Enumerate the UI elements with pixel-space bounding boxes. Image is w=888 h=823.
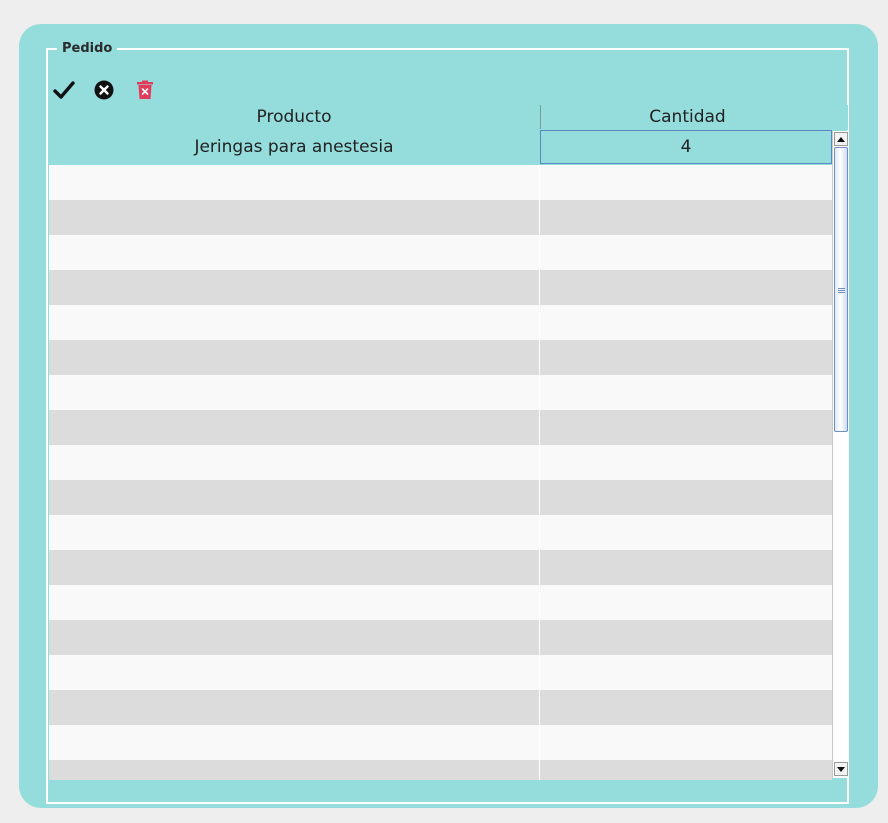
column-divider: [539, 165, 540, 200]
table-row[interactable]: [49, 410, 832, 445]
column-divider: [539, 760, 540, 780]
column-divider: [539, 725, 540, 760]
table-row[interactable]: Jeringas para anestesia 4: [49, 130, 832, 165]
table-row[interactable]: [49, 270, 832, 305]
column-divider: [539, 480, 540, 515]
column-divider: [539, 655, 540, 690]
table-row[interactable]: [49, 165, 832, 200]
column-divider: [539, 200, 540, 235]
scroll-up-button[interactable]: [834, 132, 848, 146]
column-divider: [539, 235, 540, 270]
fieldset-legend: Pedido: [57, 40, 118, 58]
grip-icon: [838, 288, 845, 294]
table-row[interactable]: [49, 620, 832, 655]
accept-button[interactable]: [52, 78, 76, 102]
column-header-cantidad[interactable]: Cantidad: [540, 105, 834, 129]
table-row[interactable]: [49, 585, 832, 620]
table-row[interactable]: [49, 550, 832, 585]
table-row[interactable]: [49, 655, 832, 690]
table-header: Producto Cantidad: [49, 105, 848, 130]
column-divider: [539, 375, 540, 410]
table-row[interactable]: [49, 515, 832, 550]
table-row[interactable]: [49, 200, 832, 235]
table-row[interactable]: [49, 480, 832, 515]
table-row[interactable]: [49, 725, 832, 760]
table-row[interactable]: [49, 375, 832, 410]
table-row[interactable]: [49, 760, 832, 780]
scroll-down-button[interactable]: [834, 762, 848, 776]
table-row[interactable]: [49, 305, 832, 340]
column-divider: [539, 340, 540, 375]
table-body: Jeringas para anestesia 4: [49, 130, 832, 780]
circle-x-icon: [94, 80, 114, 100]
arrow-up-icon: [837, 136, 845, 142]
table-row[interactable]: [49, 340, 832, 375]
cell-cantidad[interactable]: 4: [540, 130, 832, 164]
table-row[interactable]: [49, 445, 832, 480]
column-divider: [539, 620, 540, 655]
cancel-button[interactable]: [92, 78, 116, 102]
table-row[interactable]: [49, 235, 832, 270]
table-row[interactable]: [49, 690, 832, 725]
trash-icon: [137, 80, 153, 99]
column-divider: [539, 445, 540, 480]
pedido-panel: Pedido Producto Cantidad Jeringas para a…: [19, 24, 878, 808]
column-divider: [539, 585, 540, 620]
checkmark-icon: [53, 81, 75, 99]
column-divider: [539, 305, 540, 340]
scroll-thumb[interactable]: [834, 147, 848, 432]
arrow-down-icon: [837, 766, 845, 772]
column-divider: [539, 690, 540, 725]
column-divider: [539, 550, 540, 585]
column-header-producto[interactable]: Producto: [49, 105, 539, 130]
column-divider: [539, 410, 540, 445]
cell-producto[interactable]: Jeringas para anestesia: [49, 130, 539, 165]
column-divider: [539, 270, 540, 305]
delete-button[interactable]: [133, 78, 157, 102]
vertical-scrollbar[interactable]: [832, 131, 848, 778]
column-divider: [539, 515, 540, 550]
